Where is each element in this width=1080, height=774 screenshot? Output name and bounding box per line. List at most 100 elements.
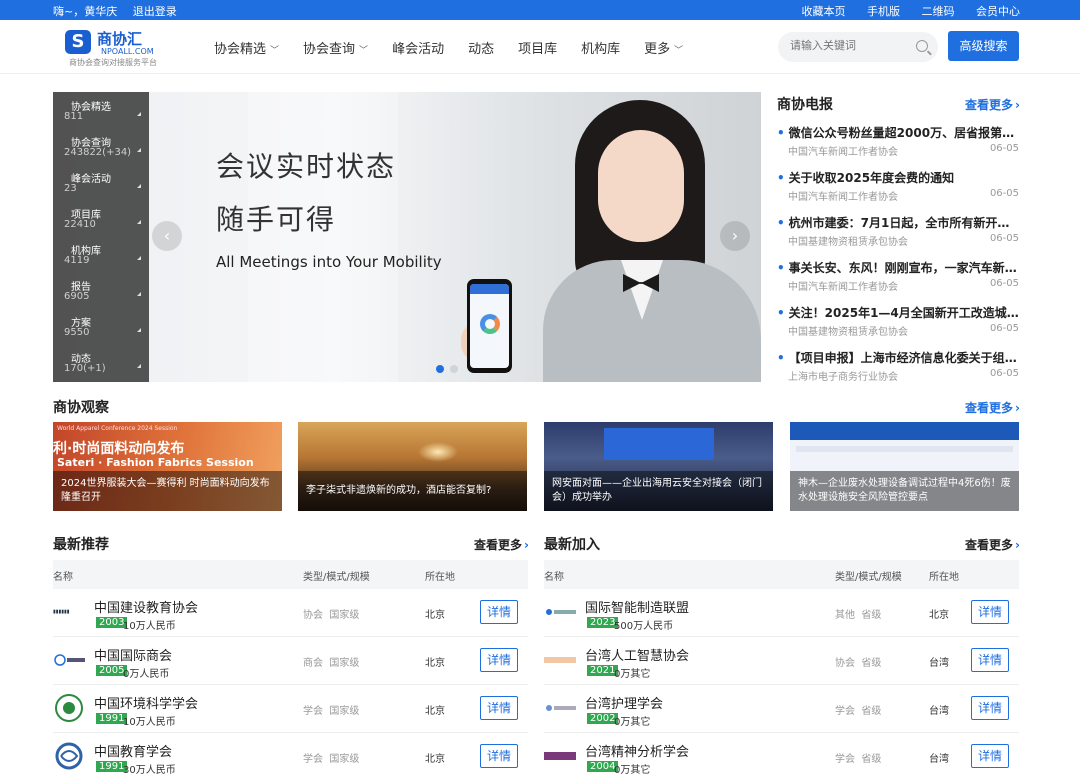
banner-headline-2: 随手可得: [216, 203, 337, 236]
recommend-more-link[interactable]: 查看更多 ›: [474, 536, 529, 553]
corner-arrow-icon: [137, 184, 141, 188]
nav-item-more[interactable]: 更多 ﹀: [644, 38, 683, 57]
nav-item-projects[interactable]: 项目库: [518, 38, 557, 57]
table-header: 名称 类型/模式/规模 所在地: [544, 560, 1019, 589]
org-logo: [53, 742, 87, 770]
card-banner-headline: 利·时尚面料动向发布: [53, 441, 185, 457]
nav-item-summit[interactable]: 峰会活动: [392, 38, 444, 57]
site-logo[interactable]: S 商协汇 NPOALL.COM 商协会查询对接服务平台: [63, 28, 168, 68]
stat-item-summit[interactable]: 峰会活动 23: [53, 164, 149, 200]
table-row[interactable]: 国际智能制造联盟 2023 500万人民币 其他 省级 北京 详情: [544, 589, 1019, 637]
observation-card[interactable]: 李子柒式非遗焕新的成功，酒店能否复制?: [298, 422, 527, 511]
stat-item-association-select[interactable]: 协会精选 811: [53, 92, 149, 128]
chevron-down-icon: ﹀: [359, 46, 369, 56]
nav-item-association-select[interactable]: 协会精选 ﹀: [214, 38, 279, 57]
stat-item-news[interactable]: 动态 170(+1): [53, 344, 149, 380]
detail-button[interactable]: 详情: [971, 744, 1009, 768]
detail-button[interactable]: 详情: [971, 600, 1009, 624]
list-item[interactable]: 微信公众号粉丝量超2000万、居省报第一... 中国汽车新闻工作者协会 06-0…: [777, 124, 1019, 169]
banner-headline-en: All Meetings into Your Mobility: [216, 253, 442, 271]
card-image-screen: [604, 428, 714, 460]
chevron-down-icon: ﹀: [674, 46, 684, 56]
list-item[interactable]: 【项目申报】上海市经济信息化委关于组织... 上海市电子商务行业协会 06-05: [777, 349, 1019, 394]
observation-card[interactable]: 网安面对面——企业出海用云安全对接会（闭门会）成功举办: [544, 422, 773, 511]
org-logo: [544, 700, 578, 716]
corner-arrow-icon: [137, 292, 141, 296]
list-item[interactable]: 关注！2025年1—4月全国新开工改造城镇... 中国基建物资租赁承包协会 06…: [777, 304, 1019, 349]
detail-button[interactable]: 详情: [971, 648, 1009, 672]
stat-item-reports[interactable]: 报告 6905: [53, 272, 149, 308]
stat-item-institutions[interactable]: 机构库 4119: [53, 236, 149, 272]
observation-more-link[interactable]: 查看更多 ›: [965, 399, 1020, 416]
org-logo: [53, 652, 87, 668]
telegram-more-link[interactable]: 查看更多 ›: [965, 96, 1020, 113]
stat-item-association-query[interactable]: 协会查询 243822(+34): [53, 128, 149, 164]
corner-arrow-icon: [137, 220, 141, 224]
card-caption: 李子柒式非遗焕新的成功，酒店能否复制?: [298, 471, 527, 511]
detail-button[interactable]: 详情: [480, 600, 518, 624]
table-row[interactable]: 台湾人工智慧协会 2021 0万其它 协会 省级 台湾 详情: [544, 637, 1019, 685]
logo-domain: NPOALL.COM: [101, 47, 154, 56]
table-row[interactable]: 台湾精神分析学会 2004 0万其它 学会 省级 台湾 详情: [544, 733, 1019, 774]
table-row[interactable]: 中国国际商会 2005 0万人民币 商会 国家级 北京 详情: [53, 637, 528, 685]
member-center-link[interactable]: 会员中心: [976, 5, 1020, 18]
banner-headline-1: 会议实时状态: [216, 150, 397, 183]
recommend-title: 最新推荐: [53, 534, 109, 555]
detail-button[interactable]: 详情: [480, 648, 518, 672]
org-logo: [544, 748, 578, 764]
logo-slogan: 商协会查询对接服务平台: [69, 58, 157, 67]
list-item[interactable]: 关于收取2025年度会费的通知 中国汽车新闻工作者协会 06-05: [777, 169, 1019, 214]
joined-more-link[interactable]: 查看更多 ›: [965, 536, 1020, 553]
stat-item-solutions[interactable]: 方案 9550: [53, 308, 149, 344]
main-nav: 协会精选 ﹀ 协会查询 ﹀ 峰会活动 动态 项目库 机构库 更多 ﹀: [214, 38, 707, 57]
detail-button[interactable]: 详情: [480, 744, 518, 768]
carousel-next-button[interactable]: ›: [720, 221, 750, 251]
joined-title: 最新加入: [544, 534, 600, 555]
observation-card[interactable]: 神木—企业废水处理设备调试过程中4死6伤！废水处理设施安全风险管控要点: [790, 422, 1019, 511]
table-row[interactable]: ▮▮▮▮▮▮ 中国建设教育协会 2003 10万人民币 协会 国家级 北京 详情: [53, 589, 528, 637]
table-row[interactable]: 中国教育学会 1991 30万人民币 学会 国家级 北京 详情: [53, 733, 528, 774]
nav-item-association-query[interactable]: 协会查询 ﹀: [303, 38, 368, 57]
table-row[interactable]: 台湾护理学会 2002 0万其它 学会 省级 台湾 详情: [544, 685, 1019, 733]
org-logo: [53, 694, 87, 722]
telegram-title: 商协电报: [777, 94, 833, 115]
nav-item-news[interactable]: 动态: [468, 38, 494, 57]
logo-brand-name: 商协汇: [97, 30, 143, 48]
observation-title: 商协观察: [53, 397, 109, 418]
banner-phone-mockup: [467, 279, 512, 373]
corner-arrow-icon: [137, 112, 141, 116]
corner-arrow-icon: [137, 364, 141, 368]
corner-arrow-icon: [137, 148, 141, 152]
top-links: 收藏本页 手机版 二维码 会员中心: [784, 3, 1021, 19]
org-logo: [544, 652, 578, 668]
detail-button[interactable]: 详情: [971, 696, 1009, 720]
search-input[interactable]: [790, 39, 910, 52]
card-image-lines: [796, 446, 1013, 452]
detail-button[interactable]: 详情: [480, 696, 518, 720]
stat-item-projects[interactable]: 项目库 22410: [53, 200, 149, 236]
search-icon[interactable]: [916, 40, 928, 52]
org-logo: ▮▮▮▮▮▮: [53, 609, 70, 615]
advanced-search-button[interactable]: 高级搜索: [948, 31, 1019, 61]
search-box: [778, 32, 938, 62]
list-item[interactable]: 杭州市建委：7月1日起，全市所有新开工项... 中国基建物资租赁承包协会 06-…: [777, 214, 1019, 259]
observation-card[interactable]: World Apparel Conference 2024 Session 利·…: [53, 422, 282, 511]
hero-banner[interactable]: 会议实时状态 随手可得 All Meetings into Your Mobil…: [53, 92, 761, 382]
carousel-dot[interactable]: [436, 365, 444, 373]
mobile-link[interactable]: 手机版: [867, 5, 900, 18]
site-header: S 商协汇 NPOALL.COM 商协会查询对接服务平台 协会精选 ﹀ 协会查询 ﹀…: [0, 20, 1080, 74]
qrcode-link[interactable]: 二维码: [922, 5, 955, 18]
card-caption: 2024世界服装大会—赛得利 时尚面料动向发布隆重召开: [53, 471, 282, 511]
user-greeting-area: 嗨~，黄华庆 退出登录: [53, 3, 189, 19]
table-row[interactable]: 中国环境科学学会 1991 10万人民币 学会 国家级 北京 详情: [53, 685, 528, 733]
list-item[interactable]: 事关长安、东风！刚刚宣布，一家汽车新央... 中国汽车新闻工作者协会 06-05: [777, 259, 1019, 304]
chevron-down-icon: ﹀: [270, 46, 280, 56]
nav-item-institutions[interactable]: 机构库: [581, 38, 620, 57]
top-bar: 嗨~，黄华庆 退出登录 收藏本页 手机版 二维码 会员中心: [0, 0, 1080, 20]
user-greeting: 嗨~，黄华庆: [53, 5, 118, 18]
card-banner-small-text: World Apparel Conference 2024 Session: [57, 425, 178, 432]
bookmark-link[interactable]: 收藏本页: [802, 5, 846, 18]
carousel-prev-button[interactable]: ‹: [152, 221, 182, 251]
carousel-dot[interactable]: [450, 365, 458, 373]
logout-link[interactable]: 退出登录: [133, 5, 177, 18]
